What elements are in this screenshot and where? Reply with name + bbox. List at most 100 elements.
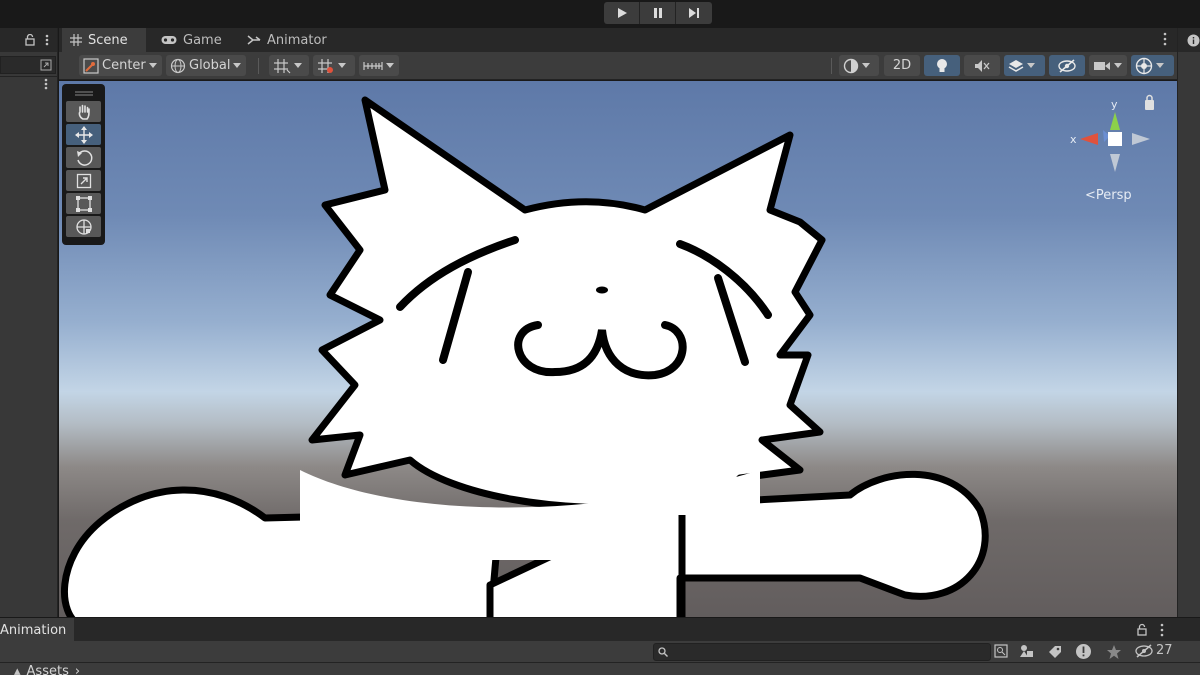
y-axis-cone[interactable] (1110, 112, 1120, 130)
breadcrumb: ▴ Assets › (0, 663, 1200, 675)
inspector-tab-row (1178, 28, 1200, 52)
animator-icon (247, 35, 261, 45)
filter-type-icon[interactable] (1019, 644, 1035, 660)
scene-visibility-toggle[interactable] (1049, 55, 1085, 76)
pick-object-icon[interactable] (40, 59, 52, 71)
speaker-muted-icon (975, 59, 990, 72)
project-search-field[interactable] (653, 643, 991, 661)
divider (831, 58, 832, 74)
orientation-gizmo[interactable]: y x (1060, 92, 1170, 202)
play-toolbar (0, 0, 1200, 28)
x-axis-cone[interactable] (1080, 133, 1098, 145)
chevron-down-icon (862, 63, 870, 68)
tab-animation[interactable]: Animation (0, 618, 75, 642)
favorite-star-icon[interactable] (1106, 644, 1122, 660)
gizmo-globe-icon (1135, 57, 1153, 74)
scale-icon (76, 173, 91, 188)
projection-label[interactable]: <Persp (1085, 188, 1132, 203)
neg-x-axis-cone[interactable] (1132, 133, 1150, 145)
chevron-down-icon (294, 63, 302, 68)
pause-icon (653, 8, 662, 18)
info-icon[interactable] (1187, 34, 1200, 47)
divider (258, 58, 259, 74)
increment-snap-dropdown[interactable] (313, 55, 355, 76)
play-button[interactable] (604, 2, 640, 24)
tab-animator-label: Animator (267, 32, 327, 48)
kebab-menu-icon[interactable] (1160, 623, 1164, 637)
toggle-2d-button[interactable]: 2D (884, 55, 920, 76)
scene-toolbar: Center Global 2D (59, 52, 1177, 80)
animation-tab-label: Animation (0, 622, 67, 638)
chevron-down-icon (338, 63, 346, 68)
grid-snap-icon (274, 58, 291, 73)
chevron-down-icon (1114, 63, 1122, 68)
move-tool-button[interactable] (66, 124, 101, 145)
pause-button[interactable] (640, 2, 676, 24)
transform-icon (75, 218, 92, 235)
label-tag-icon[interactable] (1047, 644, 1063, 660)
step-button[interactable] (676, 2, 712, 24)
rotate-tool-button[interactable] (66, 147, 101, 168)
chevron-down-icon (148, 63, 157, 68)
draw-mode-dropdown[interactable] (839, 55, 879, 76)
eye-hidden-icon (1135, 643, 1153, 658)
lighting-toggle[interactable] (924, 55, 960, 76)
hidden-count: 27 (1156, 643, 1173, 658)
search-icon (658, 647, 668, 657)
tab-animator[interactable]: Animator (241, 28, 333, 52)
inspector-panel (1177, 28, 1200, 617)
pivot-center-icon (83, 57, 99, 74)
tool-palette (62, 84, 105, 245)
hand-icon (78, 104, 90, 120)
hand-tool-button[interactable] (66, 101, 101, 122)
audio-toggle[interactable] (964, 55, 1000, 76)
step-icon (689, 8, 699, 18)
tab-game[interactable]: Game (155, 28, 228, 52)
space-dropdown[interactable]: Global (166, 55, 246, 76)
gizmos-dropdown[interactable] (1131, 55, 1174, 76)
tab-scene[interactable]: Scene (62, 28, 146, 52)
space-label: Global (189, 58, 231, 73)
scale-tool-button[interactable] (66, 170, 101, 191)
shading-icon (843, 58, 859, 73)
drag-handle-icon[interactable] (64, 86, 103, 101)
tab-scene-label: Scene (88, 32, 128, 48)
kebab-menu-icon[interactable] (1163, 32, 1167, 46)
project-search-input[interactable] (672, 644, 972, 660)
move-icon (74, 125, 93, 144)
gizmo-center-cube[interactable] (1108, 132, 1122, 146)
scene-tab-bar: Scene Game Animator (59, 28, 1177, 52)
kebab-menu-icon[interactable] (44, 78, 48, 90)
x-axis-label: x (1070, 133, 1077, 146)
kebab-menu-icon[interactable] (45, 34, 49, 46)
hierarchy-options-row (0, 78, 58, 92)
divider (0, 76, 58, 77)
breadcrumb-item[interactable]: ▴ Assets › (14, 664, 80, 675)
increment-snap-icon (318, 58, 333, 73)
chevron-down-icon (386, 63, 394, 68)
expand-arrow-icon[interactable]: ▴ (14, 664, 21, 675)
camera-dropdown[interactable] (1089, 55, 1127, 76)
pivot-dropdown[interactable]: Center (79, 55, 162, 76)
lock-icon[interactable] (25, 34, 35, 46)
cat-sprite[interactable] (59, 81, 1177, 617)
neg-y-axis-cone[interactable] (1110, 154, 1120, 172)
hierarchy-search-field[interactable] (0, 56, 56, 74)
hidden-packages-toggle[interactable]: 27 (1135, 643, 1173, 658)
grid-snap-dropdown[interactable] (269, 55, 309, 76)
eye-hidden-icon (1058, 58, 1076, 73)
transform-tool-button[interactable] (66, 216, 101, 237)
warning-circle-icon[interactable] (1075, 643, 1092, 660)
toggle-2d-label: 2D (892, 58, 912, 73)
rect-tool-button[interactable] (66, 193, 101, 214)
lock-icon[interactable] (1145, 100, 1154, 110)
lock-icon[interactable] (1137, 623, 1147, 636)
breadcrumb-assets[interactable]: Assets (27, 664, 69, 675)
effects-dropdown[interactable] (1004, 55, 1045, 76)
hierarchy-panel (0, 28, 58, 617)
animation-tab-row: Animation (0, 617, 1200, 642)
ruler-dropdown[interactable] (359, 55, 399, 76)
lightbulb-icon (937, 58, 947, 72)
tab-game-label: Game (183, 32, 222, 48)
search-by-type-icon[interactable] (994, 644, 1008, 658)
